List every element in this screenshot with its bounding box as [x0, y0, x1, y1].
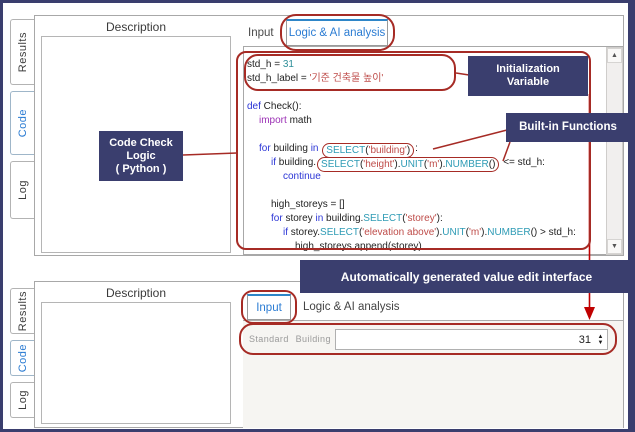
arrow-down-icon: ▼ [611, 243, 618, 250]
callout-text: Logic [126, 150, 155, 163]
screenshot-canvas: Results Code Log Description Input Logic… [0, 0, 635, 432]
tab-label: Log [17, 390, 29, 410]
analysis-tab-oval [280, 14, 395, 51]
callout-text: Code Check [109, 137, 173, 150]
callout-text: ( Python ) [116, 163, 167, 176]
scroll-up-button[interactable]: ▲ [607, 48, 622, 63]
bottom-sidebar-tab-log[interactable]: Log [10, 382, 34, 418]
top-sidebar-tab-log[interactable]: Log [10, 161, 34, 219]
bottom-tab-logic-ai-analysis[interactable]: Logic & AI analysis [303, 301, 400, 313]
callout-text: Initialization [496, 63, 560, 76]
top-description-label: Description [41, 20, 231, 34]
top-sidebar-tab-results[interactable]: Results [10, 19, 34, 85]
bottom-description-box[interactable] [41, 302, 231, 424]
callout-text: Variable [507, 76, 549, 89]
callout-built-in-functions: Built-in Functions [506, 113, 630, 142]
scroll-down-button[interactable]: ▼ [607, 239, 622, 254]
banner-text: Automatically generated value edit inter… [341, 270, 592, 284]
bottom-description-label: Description [41, 286, 231, 300]
callout-code-check-logic: Code Check Logic ( Python ) [99, 131, 183, 181]
code-scrollbar[interactable]: ▲ ▼ [606, 47, 623, 255]
callout-text: Built-in Functions [519, 121, 617, 134]
value-edit-oval [239, 323, 617, 355]
tab-label: Code [17, 109, 29, 137]
tab-label: Code [17, 344, 29, 372]
banner-auto-generated: Automatically generated value edit inter… [300, 260, 633, 293]
input-tab-oval [241, 290, 297, 324]
tab-label: Results [17, 291, 29, 331]
top-sidebar-tab-code[interactable]: Code [10, 91, 34, 155]
top-tab-input[interactable]: Input [248, 27, 274, 39]
bottom-sidebar-tab-results[interactable]: Results [10, 288, 34, 334]
canvas-right-border [628, 3, 632, 429]
arrow-up-icon: ▲ [611, 52, 618, 59]
tab-label: Results [17, 32, 29, 72]
tab-label: Log [17, 180, 29, 200]
bottom-sidebar-tab-code[interactable]: Code [10, 340, 34, 376]
callout-initialization-variable: Initialization Variable [468, 56, 588, 96]
